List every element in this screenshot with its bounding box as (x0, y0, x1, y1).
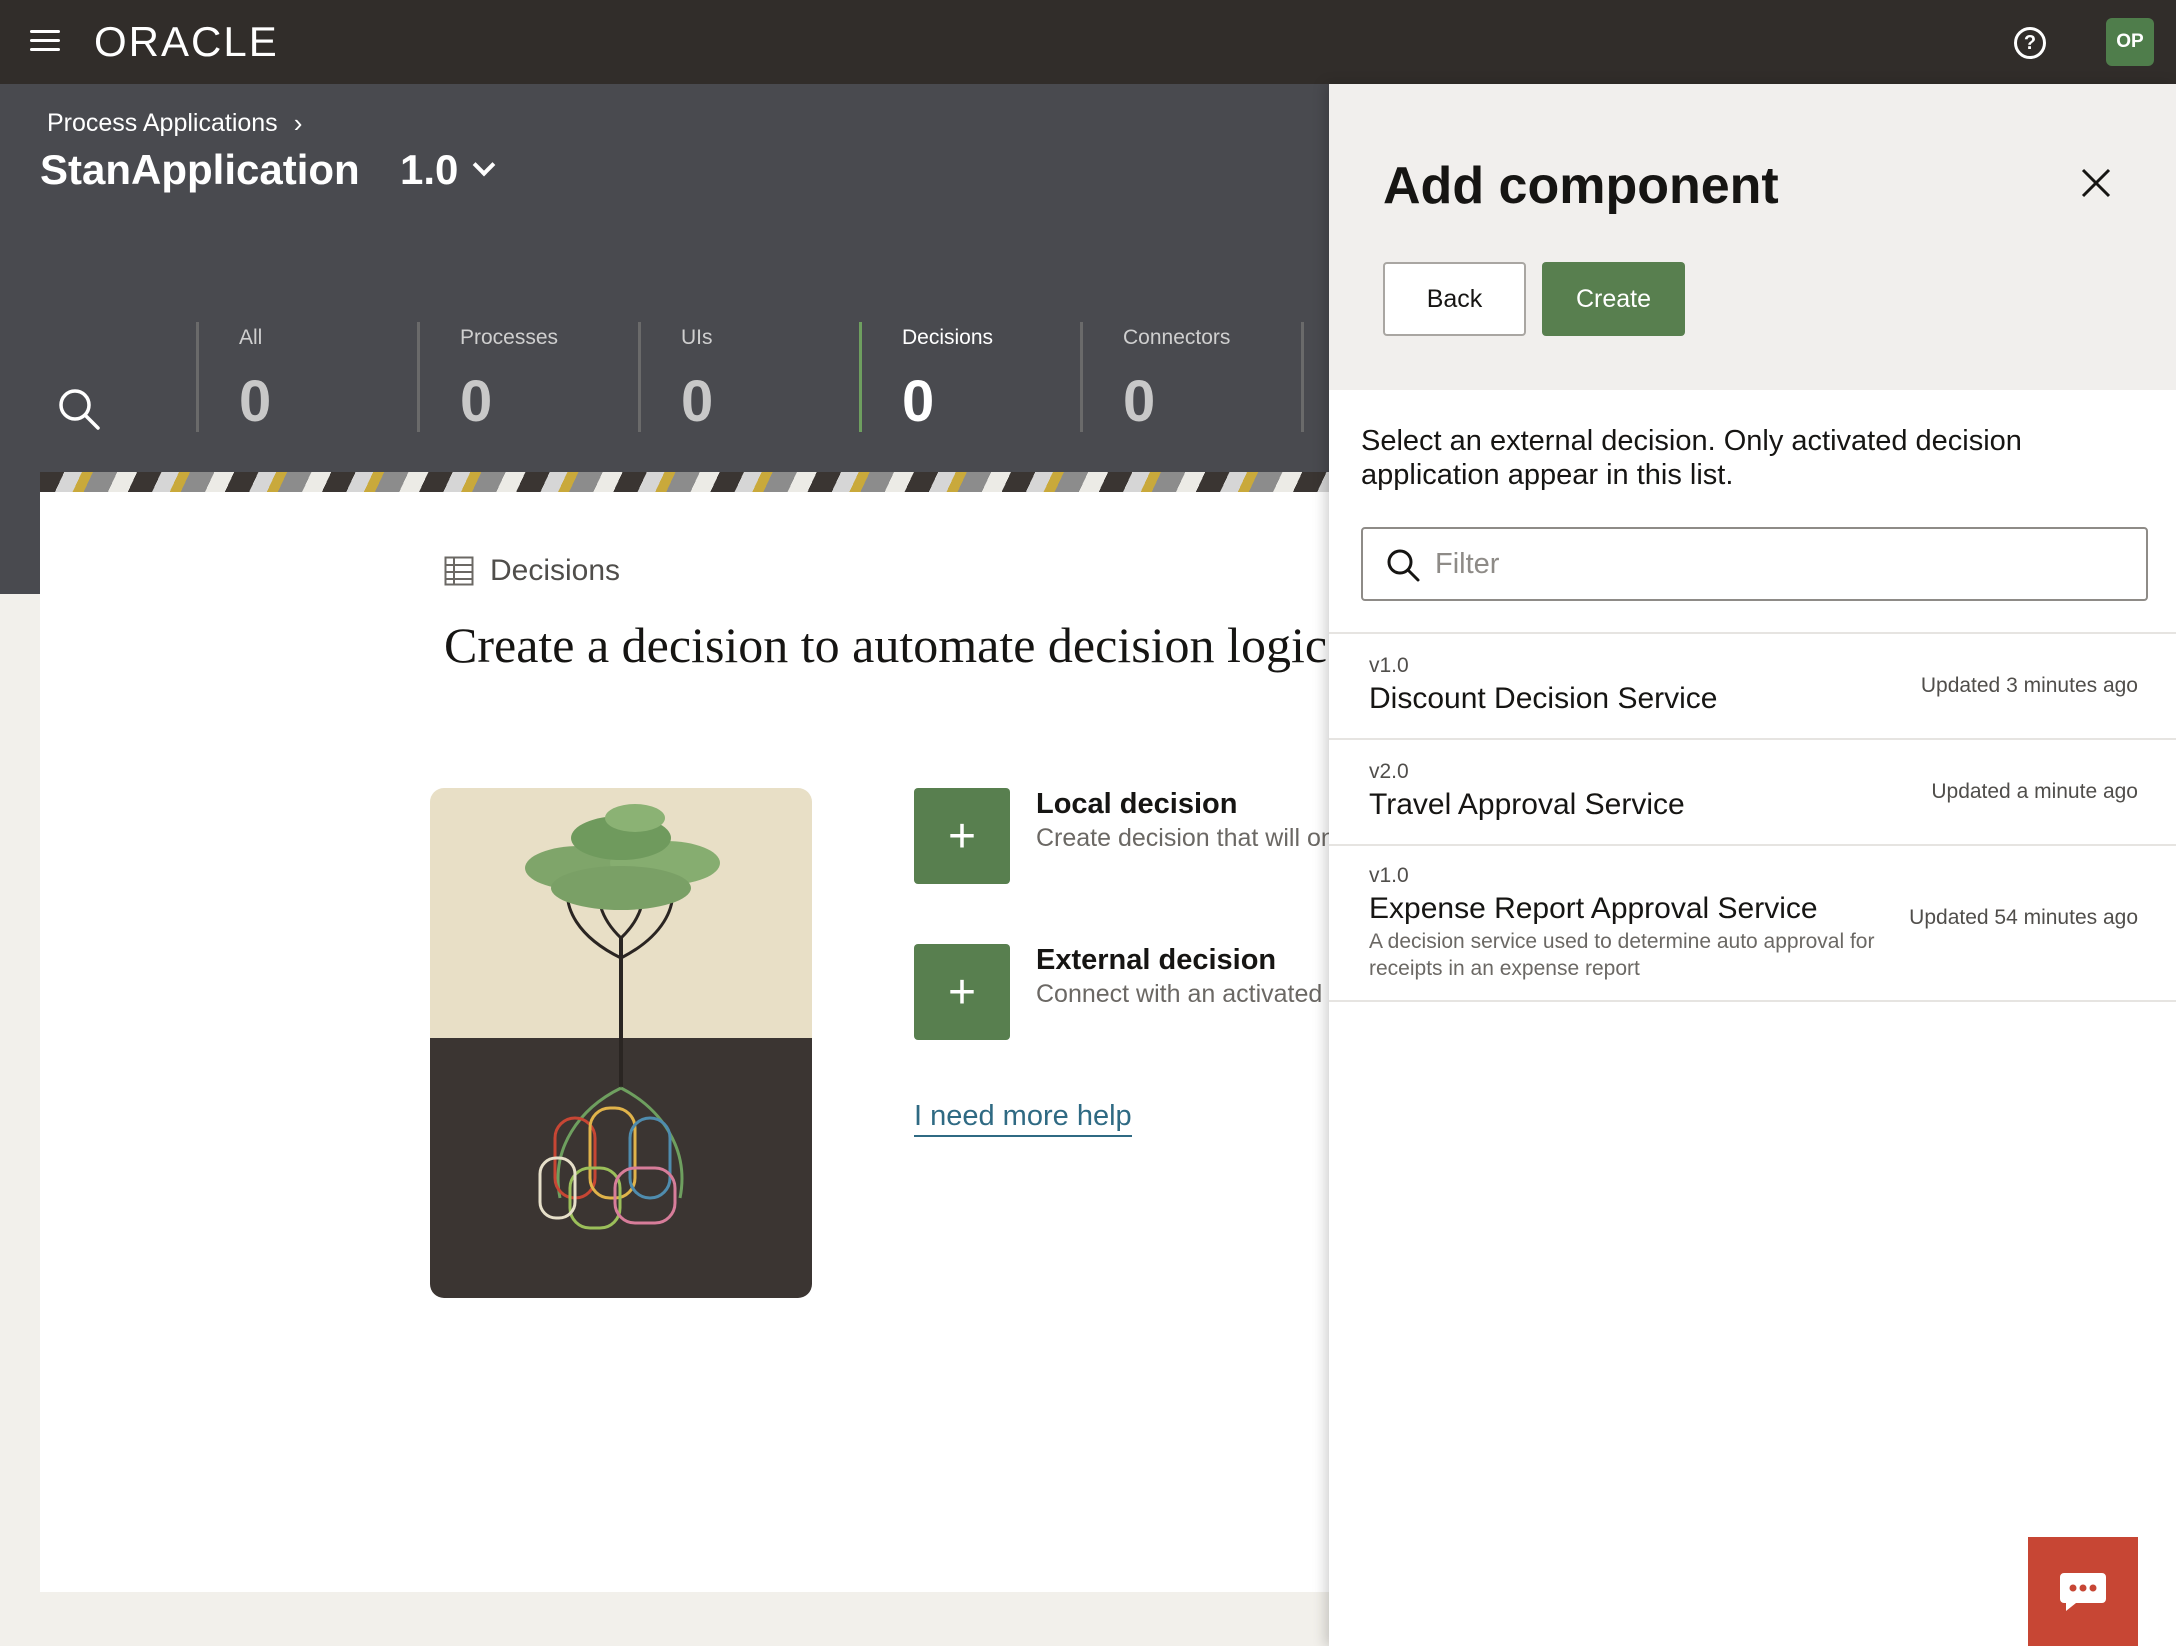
need-more-help-link[interactable]: I need more help (914, 1100, 1132, 1137)
application-title: StanApplication (40, 146, 360, 193)
external-decision-option: + External decision Connect with an acti… (914, 944, 1330, 1040)
item-updated: Updated a minute ago (1931, 780, 2138, 803)
stat-count: 0 (460, 369, 493, 434)
section-label: Decisions (444, 554, 620, 588)
tree-illustration (430, 788, 812, 1298)
stat-count: 0 (681, 369, 714, 434)
chat-icon (2060, 1572, 2106, 1611)
stat-decisions[interactable]: Decisions 0 (859, 322, 1059, 434)
item-name: Travel Approval Service (1369, 788, 1685, 821)
user-avatar[interactable]: OP (2106, 18, 2154, 66)
stat-count: 0 (239, 369, 272, 434)
stat-uis[interactable]: UIs 0 (638, 322, 838, 434)
item-description: A decision service used to determine aut… (1369, 930, 1875, 980)
close-icon[interactable] (2079, 166, 2113, 200)
chevron-right-icon: › (293, 108, 303, 138)
item-version: v1.0 (1369, 654, 1409, 677)
back-button[interactable]: Back (1383, 262, 1526, 336)
list-item-travel-approval-service[interactable]: v2.0 Travel Approval Service Updated a m… (1329, 740, 2176, 846)
option-description: Create decision that will only be used i… (1036, 824, 1330, 852)
stat-connectors[interactable]: Connectors 0 (1080, 322, 1280, 434)
menu-icon[interactable] (30, 30, 60, 54)
chat-button[interactable] (2028, 1537, 2138, 1646)
item-updated: Updated 54 minutes ago (1909, 906, 2138, 929)
top-bar: ORACLE ? OP (0, 0, 2176, 84)
item-version: v1.0 (1369, 864, 1409, 887)
stat-label: UIs (681, 326, 713, 349)
page-headline: Create a decision to automate decision l… (444, 617, 1328, 673)
decision-list: v1.0 Discount Decision Service Updated 3… (1329, 632, 2176, 1002)
stat-label: Decisions (902, 326, 994, 349)
option-title: Local decision (1036, 788, 1238, 820)
stat-divider (1301, 322, 1304, 432)
add-external-decision-button[interactable]: + (914, 944, 1010, 1040)
version-label: 1.0 (400, 146, 459, 193)
panel-description: Select an external decision. Only activa… (1361, 425, 2022, 491)
option-description: Connect with an activated decision appli… (1036, 980, 1330, 1008)
option-title: External decision (1036, 944, 1277, 976)
local-decision-option: + Local decision Create decision that wi… (914, 788, 1330, 884)
search-icon[interactable] (56, 386, 102, 432)
stat-label: All (239, 326, 263, 349)
item-updated: Updated 3 minutes ago (1920, 674, 2138, 697)
create-button[interactable]: Create (1542, 262, 1685, 336)
stat-label: Connectors (1123, 326, 1231, 349)
search-icon (1387, 549, 1420, 582)
add-component-panel: Add component Back Create Select an exte… (1329, 84, 2176, 1646)
filter-input[interactable] (1435, 539, 2125, 589)
section-label-text: Decisions (490, 554, 621, 587)
item-name: Discount Decision Service (1369, 682, 1718, 715)
list-item-expense-report-approval-service[interactable]: v1.0 Expense Report Approval Service A d… (1329, 846, 2176, 1002)
panel-title: Add component (1383, 157, 1779, 215)
item-version: v2.0 (1369, 760, 1409, 783)
breadcrumb-process-applications[interactable]: Process Applications (47, 109, 278, 138)
oracle-logo: ORACLE (94, 18, 279, 65)
table-icon (444, 556, 474, 586)
help-icon[interactable]: ? (2014, 27, 2046, 59)
item-name: Expense Report Approval Service (1369, 892, 1818, 925)
list-item-discount-decision-service[interactable]: v1.0 Discount Decision Service Updated 3… (1329, 634, 2176, 740)
decorative-pattern (40, 472, 1330, 492)
filter-field[interactable] (1361, 527, 2148, 601)
stat-processes[interactable]: Processes 0 (417, 322, 617, 434)
chevron-down-icon (473, 153, 496, 177)
stat-label: Processes (460, 326, 559, 349)
panel-header: Add component Back Create (1329, 84, 2176, 390)
stat-count: 0 (1123, 369, 1156, 434)
breadcrumb[interactable]: Process Applications › (47, 108, 302, 139)
add-local-decision-button[interactable]: + (914, 788, 1010, 884)
stat-count: 0 (902, 369, 935, 434)
version-selector[interactable]: 1.0 (400, 146, 496, 194)
stat-all[interactable]: All 0 (196, 322, 396, 434)
